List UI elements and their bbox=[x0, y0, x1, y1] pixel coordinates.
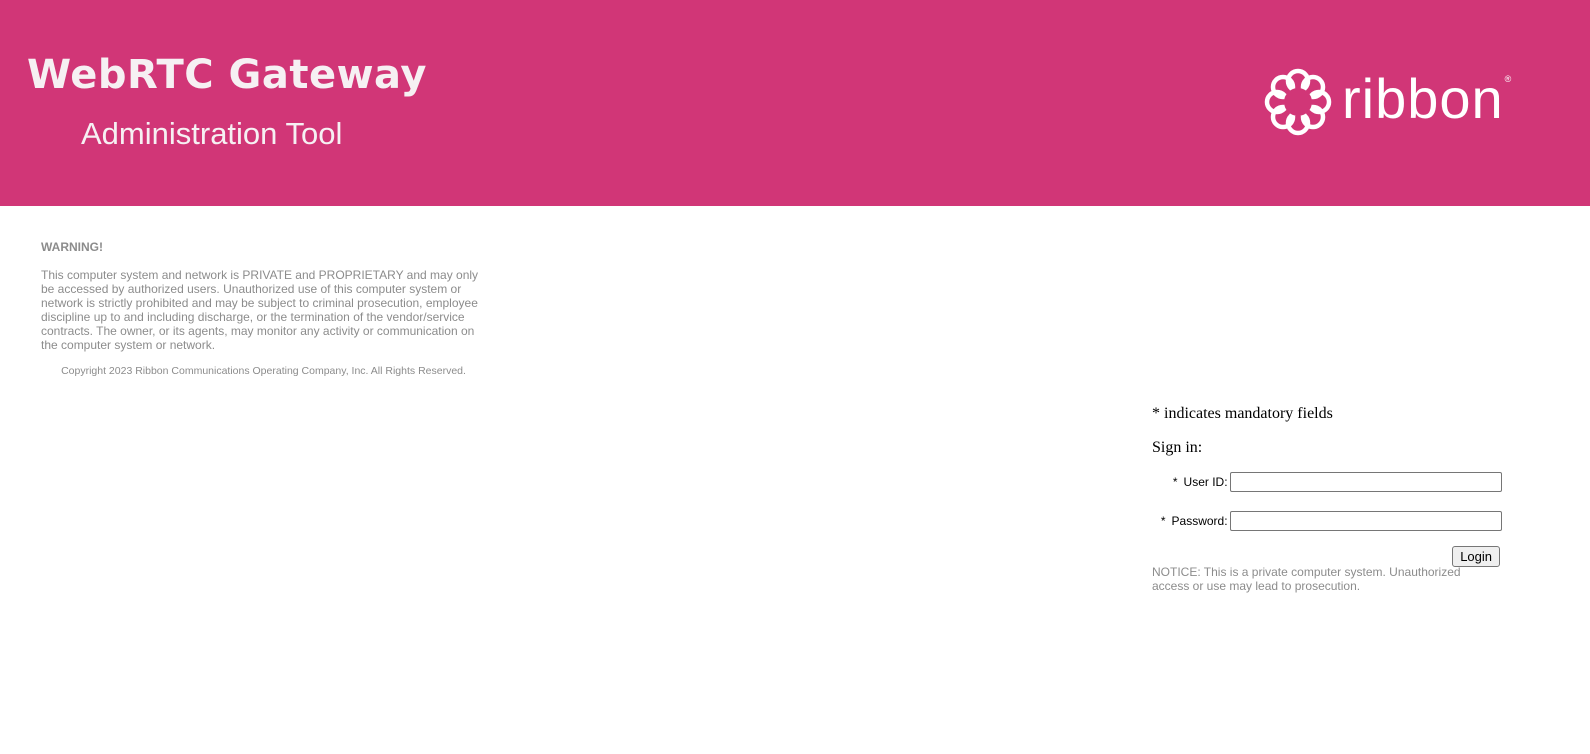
user-id-row: * User ID: bbox=[1152, 471, 1502, 493]
ribbon-logo: ribbon® bbox=[1264, 66, 1512, 138]
copyright-text: Copyright 2023 Ribbon Communications Ope… bbox=[61, 365, 466, 377]
sign-in-heading: Sign in: bbox=[1152, 439, 1203, 456]
password-input[interactable] bbox=[1229, 511, 1502, 531]
app-subtitle: Administration Tool bbox=[81, 116, 343, 151]
required-marker: * bbox=[1160, 514, 1166, 528]
warning-title: WARNING! bbox=[41, 240, 103, 254]
user-id-label: * User ID: bbox=[1172, 475, 1228, 489]
warning-text: This computer system and network is PRIV… bbox=[41, 268, 479, 352]
notice-text: NOTICE: This is a private computer syste… bbox=[1152, 565, 1461, 593]
header-banner: WebRTC Gateway Administration Tool ribbo… bbox=[0, 0, 1590, 206]
mandatory-fields-note: * indicates mandatory fields bbox=[1152, 405, 1333, 422]
warning-block: WARNING! This computer system and networ… bbox=[41, 240, 486, 378]
ribbon-logo-text: ribbon® bbox=[1342, 66, 1513, 130]
ribbon-logo-mark-icon bbox=[1264, 68, 1332, 136]
login-panel: * indicates mandatory fields Sign in: * U… bbox=[1152, 405, 1502, 593]
password-row: * Password: bbox=[1152, 510, 1502, 532]
user-id-input[interactable] bbox=[1229, 472, 1502, 492]
password-label: * Password: bbox=[1160, 514, 1228, 528]
required-marker: * bbox=[1172, 475, 1178, 489]
login-button[interactable]: Login bbox=[1452, 546, 1500, 567]
app-title: WebRTC Gateway bbox=[27, 52, 427, 98]
registered-mark: ® bbox=[1504, 73, 1513, 84]
login-button-row: Login bbox=[1152, 546, 1500, 567]
